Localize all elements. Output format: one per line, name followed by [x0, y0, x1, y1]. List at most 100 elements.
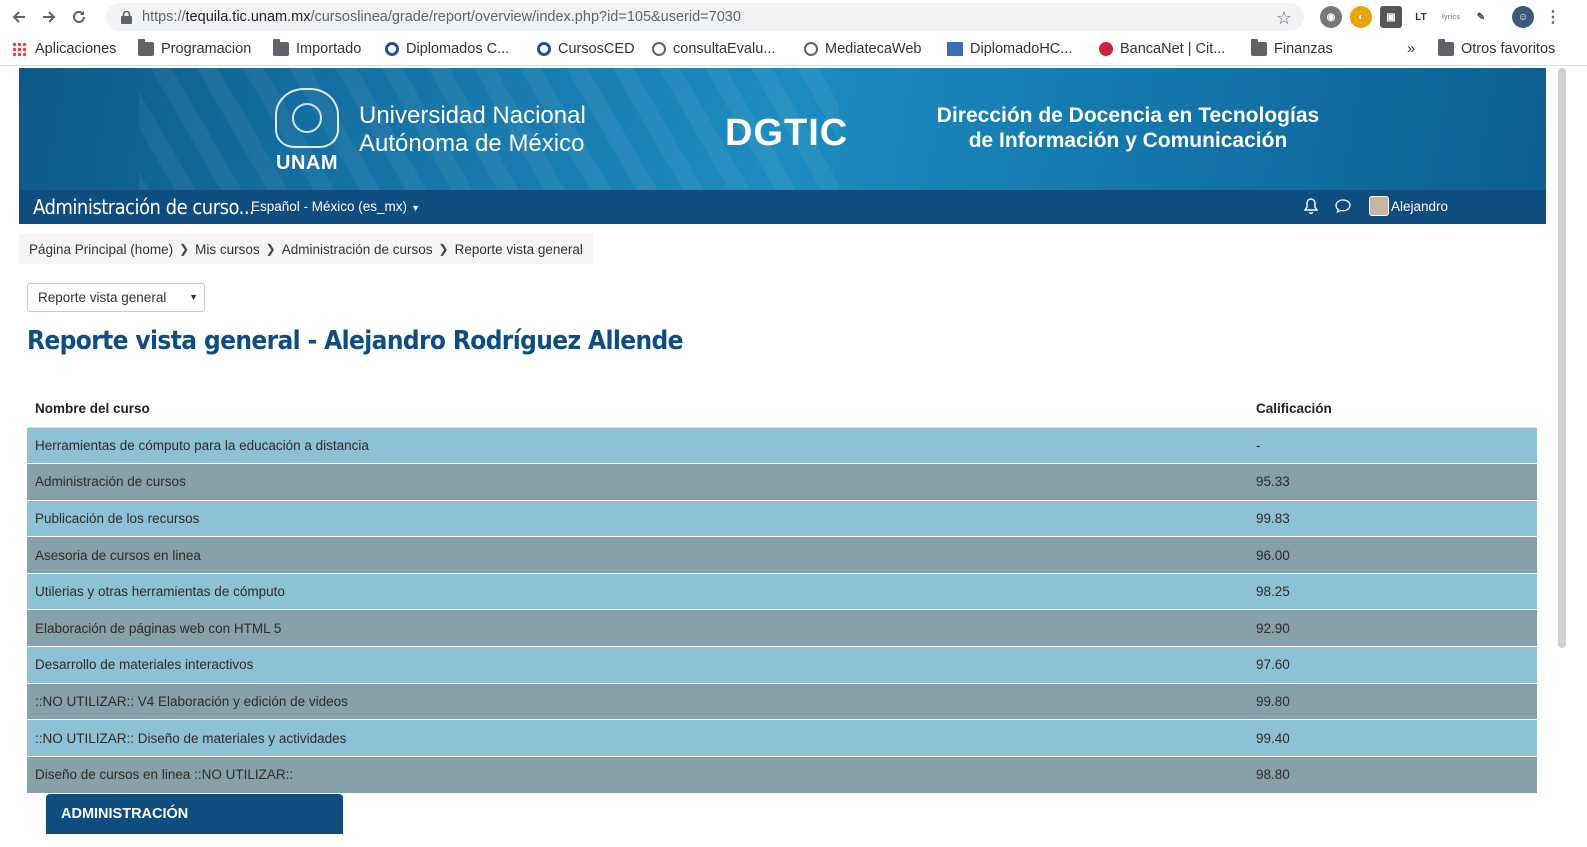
university-name: Universidad Nacional Autónoma de México	[359, 102, 586, 158]
header-grade: Calificación	[1248, 390, 1537, 428]
more-bookmarks-button[interactable]: »	[1407, 41, 1415, 57]
table-row: Herramientas de cómputo para la educació…	[27, 426, 1537, 464]
grade-cell: 99.40	[1248, 719, 1537, 757]
bell-icon[interactable]	[1301, 196, 1321, 216]
folder-icon	[138, 39, 154, 56]
site-icon	[385, 42, 399, 56]
report-type-value: Reporte vista general	[38, 290, 167, 305]
bookmark-diplomadohc[interactable]: DiplomadoHC...	[947, 41, 1072, 57]
extension-icon[interactable]: ▣	[1380, 6, 1402, 28]
course-name-link[interactable]: ::NO UTILIZAR:: Diseño de materiales y a…	[27, 719, 1248, 757]
table-row: Diseño de cursos en linea ::NO UTILIZAR:…	[27, 755, 1537, 793]
grade-cell: 99.80	[1248, 682, 1537, 720]
bookmark-diplomados[interactable]: Diplomados C...	[385, 41, 509, 57]
forward-icon[interactable]	[38, 6, 60, 28]
grade-cell: 97.60	[1248, 646, 1537, 684]
browser-toolbar: https://tequila.tic.unam.mx/cursoslinea/…	[0, 0, 1587, 34]
moodle-navbar: Administración de curso... Español - Méx…	[19, 190, 1546, 224]
breadcrumb: Página Principal (home) ❯ Mis cursos ❯ A…	[19, 234, 593, 264]
breadcrumb-home[interactable]: Página Principal (home)	[29, 242, 173, 257]
user-avatar[interactable]	[1369, 196, 1389, 216]
bookmark-mediatecaweb[interactable]: MediatecaWeb	[804, 41, 921, 57]
university-line2: Autónoma de México	[359, 130, 585, 157]
bookmark-label: Programacion	[161, 41, 252, 57]
folder-icon	[1438, 39, 1454, 56]
table-row: Elaboración de páginas web con HTML 5 92.…	[27, 609, 1537, 647]
extension-icon[interactable]: ◐	[1350, 6, 1372, 28]
user-name[interactable]: Alejandro	[1391, 199, 1448, 214]
language-menu[interactable]: Español - México (es_mx) ▼	[251, 199, 420, 214]
course-name-link[interactable]: Herramientas de cómputo para la educació…	[27, 426, 1248, 464]
message-icon[interactable]	[1333, 196, 1353, 216]
bookmark-label: Diplomados C...	[406, 41, 510, 57]
chevron-right-icon: ❯	[438, 242, 449, 256]
direccion-line1: Dirección de Docencia en Tecnologías	[936, 104, 1320, 127]
bookmark-folder-programacion[interactable]: Programacion	[138, 39, 252, 57]
university-line1: Universidad Nacional	[359, 102, 586, 129]
dgtic-logo: DGTIC	[725, 112, 849, 154]
bookmark-label: consultaEvalu...	[673, 41, 776, 57]
back-icon[interactable]	[8, 6, 30, 28]
extension-icon[interactable]: ✎	[1470, 6, 1492, 28]
table-row: Utilerias y otras herramientas de cómput…	[27, 572, 1537, 610]
bookmark-folder-otros[interactable]: Otros favoritos	[1438, 39, 1555, 57]
unam-shield-logo	[275, 88, 339, 148]
course-name-link[interactable]: Utilerias y otras herramientas de cómput…	[27, 572, 1248, 610]
course-name-link[interactable]: Publicación de los recursos	[27, 499, 1248, 537]
site-icon	[1099, 42, 1113, 56]
page-scrollbar[interactable]	[1558, 68, 1566, 648]
unam-abbr: UNAM	[276, 152, 338, 174]
url-text[interactable]: https://tequila.tic.unam.mx/cursoslinea/…	[142, 9, 741, 25]
site-name-link[interactable]: Administración de curso...	[33, 195, 255, 219]
grade-cell: 98.80	[1248, 755, 1537, 793]
course-name-link[interactable]: ::NO UTILIZAR:: V4 Elaboración y edición…	[27, 682, 1248, 720]
extension-icon[interactable]: ◉	[1320, 6, 1342, 28]
folder-icon	[273, 39, 289, 56]
url-bar[interactable]: https://tequila.tic.unam.mx/cursoslinea/…	[106, 3, 1304, 31]
course-name-link[interactable]: Desarrollo de materiales interactivos	[27, 646, 1248, 684]
eagle-icon	[292, 103, 322, 133]
menu-icon[interactable]: ⋮	[1542, 6, 1564, 28]
grades-table: Nombre del curso Calificación Herramient…	[27, 390, 1537, 793]
bookmark-apps[interactable]: Aplicaciones	[12, 41, 116, 57]
bookmark-star-icon[interactable]: ☆	[1276, 8, 1292, 29]
caret-down-icon: ▼	[411, 203, 420, 213]
grade-cell: 96.00	[1248, 536, 1537, 574]
bookmark-label: MediatecaWeb	[825, 41, 922, 57]
course-name-link[interactable]: Diseño de cursos en linea ::NO UTILIZAR:…	[27, 755, 1248, 793]
table-row: Administración de cursos 95.33	[27, 463, 1537, 501]
table-row: Asesoria de cursos en linea 96.00	[27, 536, 1537, 574]
report-type-select[interactable]: Reporte vista general ▼	[27, 283, 205, 312]
bookmark-folder-importado[interactable]: Importado	[273, 39, 362, 57]
more-bookmarks-label: »	[1407, 41, 1416, 57]
bookmark-label: Importado	[296, 41, 362, 57]
extension-icon[interactable]: LT	[1410, 6, 1432, 28]
bookmark-label: CursosCED	[558, 41, 635, 57]
extension-icon[interactable]: lyrics	[1440, 6, 1462, 28]
lock-icon[interactable]	[118, 9, 134, 25]
folder-icon	[1251, 39, 1267, 56]
bookmark-consultaevalu[interactable]: consultaEvalu...	[652, 41, 775, 57]
bookmark-folder-finanzas[interactable]: Finanzas	[1251, 39, 1333, 57]
bookmarks-bar: Aplicaciones Programacion Importado Dipl…	[0, 34, 1587, 66]
course-name-link[interactable]: Asesoria de cursos en linea	[27, 536, 1248, 574]
bookmark-label: Aplicaciones	[35, 41, 117, 57]
chevron-right-icon: ❯	[265, 242, 276, 256]
user-nav: Alejandro	[1301, 196, 1448, 216]
breadcrumb-current[interactable]: Reporte vista general	[455, 242, 583, 257]
breadcrumb-course[interactable]: Administración de cursos	[282, 242, 433, 257]
course-name-link[interactable]: Administración de cursos	[27, 463, 1248, 501]
site-icon	[537, 42, 551, 56]
administration-block-header[interactable]: ADMINISTRACIÓN	[46, 794, 343, 834]
profile-avatar[interactable]: ☺	[1512, 6, 1534, 28]
table-row: ::NO UTILIZAR:: V4 Elaboración y edición…	[27, 682, 1537, 720]
breadcrumb-my-courses[interactable]: Mis cursos	[195, 242, 260, 257]
reload-icon[interactable]	[68, 6, 90, 28]
bookmark-cursosced[interactable]: CursosCED	[537, 41, 635, 57]
grade-cell: -	[1248, 426, 1537, 464]
page-title: Reporte vista general - Alejandro Rodríg…	[27, 326, 684, 356]
bookmark-bancanet[interactable]: BancaNet | Cit...	[1099, 41, 1225, 57]
grade-cell: 99.83	[1248, 499, 1537, 537]
course-name-link[interactable]: Elaboración de páginas web con HTML 5	[27, 609, 1248, 647]
header-course-name: Nombre del curso	[27, 390, 1248, 428]
